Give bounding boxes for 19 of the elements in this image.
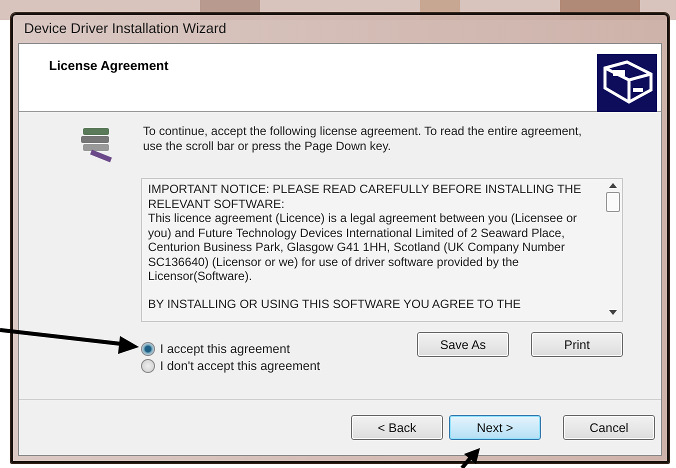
radio-button[interactable] <box>141 342 155 356</box>
window-title: Device Driver Installation Wizard <box>24 20 226 36</box>
next-button[interactable]: Next > <box>449 415 541 440</box>
page-title: License Agreement <box>49 58 168 74</box>
pointer-arrow <box>460 448 480 468</box>
down-arrow-icon[interactable] <box>609 310 617 315</box>
save-as-button[interactable]: Save As <box>417 332 509 357</box>
up-arrow-icon[interactable] <box>609 183 617 188</box>
scrollbar-thumb[interactable] <box>606 192 620 212</box>
license-paragraph: IMPORTANT NOTICE: PLEASE READ CAREFULLY BEFORE INSTALLING THE RELEVANT SOFTWARE: This licence agreement (Licence) is a legal agreement between you (Licensee or you) and Future Technology Devices International Limited of 2 Seaward Place, Centurion Business Park, Glasgow G41 1HH, Scotland (UK Company Number SC136640) (Licensor or we) for use of driver software provided by the Licensor(Software). <box>148 182 582 284</box>
print-button[interactable]: Print <box>531 332 623 357</box>
license-text-area[interactable] <box>141 178 623 322</box>
radio-option[interactable]: I accept this agreement <box>141 342 320 356</box>
instruction-text: To continue, accept the following license agreement. To read the entire agreement, use the scroll bar or press the Page Down key. <box>143 124 583 155</box>
radio-option[interactable]: I don't accept this agreement <box>141 359 320 373</box>
license-paragraph: BY INSTALLING OR USING THIS SOFTWARE YOU AGREE TO THE <box>148 296 522 311</box>
radio-button[interactable] <box>141 359 155 373</box>
back-button[interactable]: < Back <box>351 415 443 440</box>
cancel-button[interactable]: Cancel <box>563 415 655 440</box>
